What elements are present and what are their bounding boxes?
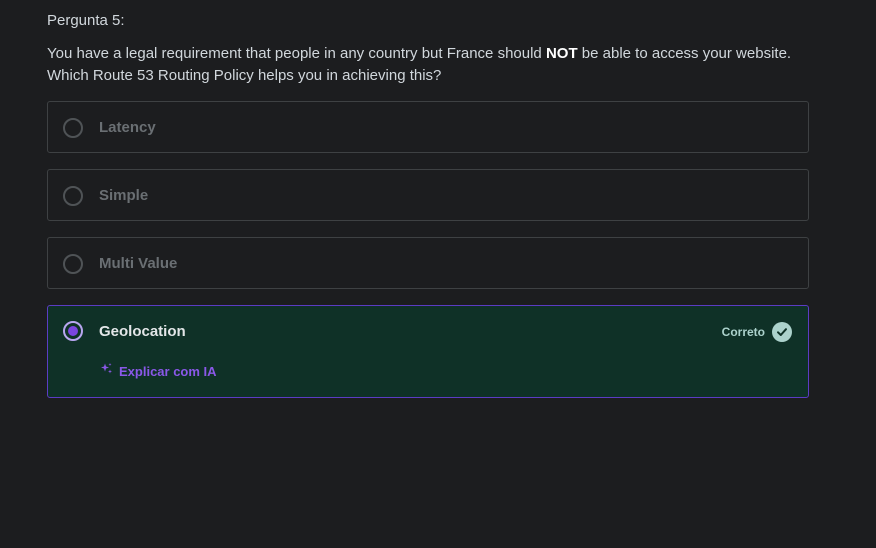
answer-option-label: Latency [99, 119, 156, 136]
answer-option-simple[interactable]: Simple [47, 169, 809, 221]
answer-option-label: Multi Value [99, 255, 178, 272]
correct-indicator: Correto [722, 322, 792, 342]
question-text-emphasis: NOT [545, 45, 578, 62]
radio-button[interactable] [63, 254, 83, 274]
explain-with-ai-label: Explicar com IA [119, 363, 217, 379]
radio-button-selected[interactable] [63, 321, 83, 341]
sparkle-icon [100, 362, 113, 380]
answer-option-geolocation[interactable]: Geolocation Correto Explicar com IA [47, 305, 809, 398]
answer-option-multi-value[interactable]: Multi Value [47, 237, 809, 289]
answer-option-latency[interactable]: Latency [47, 101, 809, 153]
question-text: You have a legal requirement that people… [47, 43, 807, 87]
question-text-before: You have a legal requirement that people… [47, 45, 546, 62]
explain-with-ai-button[interactable]: Explicar com IA [100, 362, 217, 380]
radio-button[interactable] [63, 186, 83, 206]
correct-label: Correto [721, 325, 765, 339]
radio-button[interactable] [63, 118, 83, 138]
quiz-page: Pergunta 5: You have a legal requirement… [0, 0, 876, 548]
answer-option-label: Simple [99, 187, 149, 204]
question-number: Pergunta 5: [47, 12, 125, 29]
check-circle-icon [772, 322, 792, 342]
answer-option-label: Geolocation [99, 323, 186, 340]
